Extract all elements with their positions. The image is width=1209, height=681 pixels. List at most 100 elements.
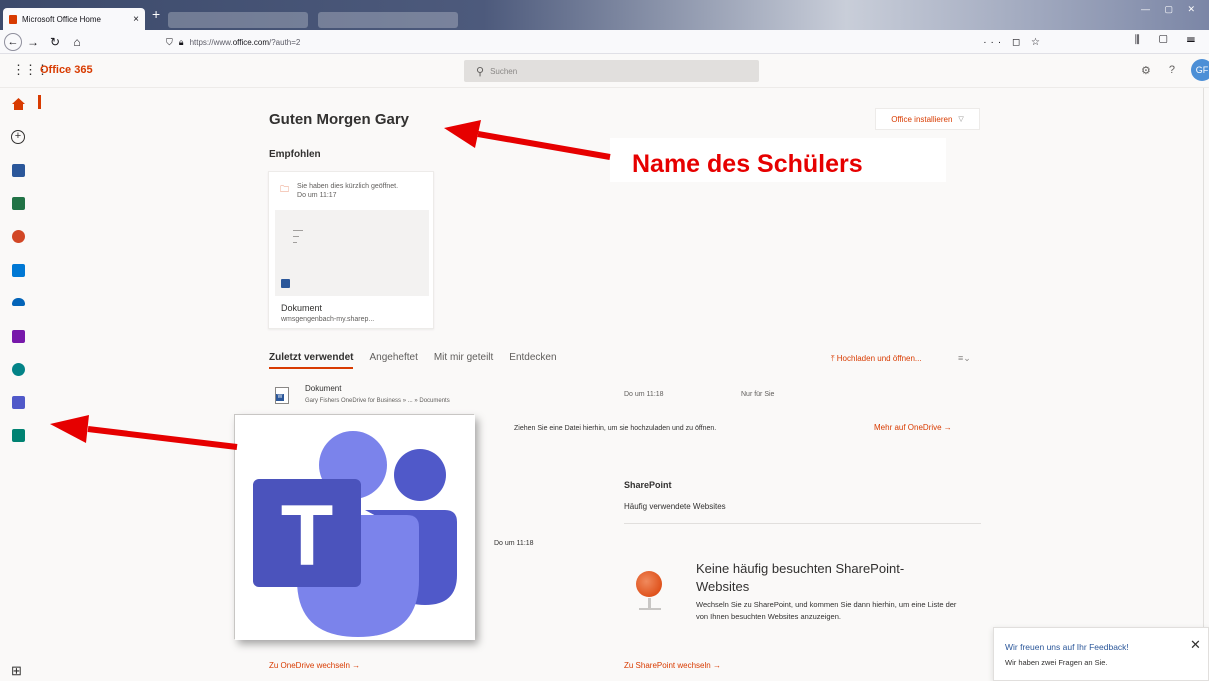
word-document-icon: W [275, 387, 289, 404]
shield-icon: ⛉ [166, 36, 173, 47]
teams-letter: T [281, 488, 334, 584]
globe-stand [648, 598, 651, 608]
screenshot-root: Microsoft Office Home × + — ▢ ✕ ← → ↻ ⌂ … [0, 0, 1209, 681]
close-icon[interactable]: ✕ [1190, 637, 1201, 653]
tab-shared-with-me[interactable]: Mit mir geteilt [434, 352, 493, 369]
office-brand[interactable]: Office 365 [40, 64, 93, 76]
onedrive-file-date: Do um 11:18 [494, 540, 534, 547]
teams-logo-overlay: T [234, 414, 475, 640]
word-icon[interactable] [12, 164, 25, 177]
annotation-arrows [50, 120, 611, 450]
more-onedrive-link[interactable]: Mehr auf OneDrive → [874, 423, 952, 432]
back-arrow-icon[interactable]: ← [4, 32, 22, 51]
feedback-title[interactable]: Wir freuen uns auf Ihr Feedback! [1005, 642, 1129, 652]
opened-text: Sie haben dies kürzlich geöffnet. [297, 183, 399, 190]
url-path: /?auth=2 [269, 37, 301, 47]
recent-file-path: Gary Fishers OneDrive for Business » ...… [305, 398, 450, 404]
browser-tab-active[interactable]: Microsoft Office Home × [3, 8, 145, 30]
divider [624, 523, 981, 524]
feedback-toast[interactable]: Wir freuen uns auf Ihr Feedback! Wir hab… [993, 627, 1209, 681]
word-icon [281, 279, 290, 288]
url-bar[interactable]: ⛉ 🔒︎ https://www. office.com/?auth=2 ··· … [166, 33, 1044, 51]
dropzone-text: Ziehen Sie eine Datei hierhin, um sie ho… [514, 425, 717, 432]
onenote-icon[interactable] [12, 330, 25, 343]
new-tab-button[interactable]: + [152, 6, 160, 22]
upload-open-button[interactable]: ⤒ Hochladen und öffnen... [831, 354, 922, 364]
tab-discover[interactable]: Entdecken [509, 352, 556, 369]
url-prefix: https://www. [189, 37, 233, 47]
powerpoint-icon[interactable] [12, 230, 25, 243]
annotation-label: Name des Schülers [632, 150, 863, 178]
tab-recent[interactable]: Zuletzt verwendet [269, 352, 354, 369]
search-icon: ⚲ [476, 65, 485, 78]
scrollbar[interactable] [1203, 88, 1204, 681]
recommended-card[interactable]: 🗀︎ Sie haben dies kürzlich geöffnet. Do … [268, 171, 434, 329]
sharepoint-heading: SharePoint [624, 480, 672, 490]
arrow-to-greeting-head [444, 120, 481, 148]
browser-tab-bar: Microsoft Office Home × + — ▢ ✕ [0, 0, 1209, 30]
browser-navigation-bar: ← → ↻ ⌂ ⛉ 🔒︎ https://www. office.com/?aut… [0, 30, 1209, 54]
reload-icon[interactable]: ↻ [44, 35, 66, 49]
home-icon[interactable]: ⌂ [66, 35, 88, 49]
file-tabs: Zuletzt verwendet Angeheftet Mit mir get… [269, 352, 573, 369]
lock-icon: 🔒︎ [178, 36, 184, 47]
go-to-onedrive-link[interactable]: Zu OneDrive wechseln → [269, 661, 360, 670]
recent-file-date: Do um 11:18 [624, 391, 664, 398]
browser-tab-title: Microsoft Office Home [22, 14, 101, 24]
upload-label: Hochladen und öffnen... [836, 354, 922, 363]
office-favicon-icon [9, 14, 17, 24]
avatar[interactable]: GF [1191, 59, 1209, 81]
window-controls[interactable]: — ▢ ✕ [1141, 4, 1201, 15]
tab-close-icon[interactable]: × [133, 14, 139, 25]
sharepoint-icon[interactable] [12, 363, 25, 376]
browser-tab-background[interactable] [168, 12, 308, 28]
card-document-location: wmsgengenbach-my.sharep... [281, 316, 375, 323]
url-host: office.com [232, 37, 269, 47]
all-apps-icon[interactable]: ⊞ [11, 663, 22, 679]
search-placeholder: Suchen [490, 66, 518, 76]
opened-time: Do um 11:17 [297, 192, 337, 199]
recent-file-name[interactable]: Dokument [305, 384, 341, 393]
annotation-label-box: Name des Schülers [610, 138, 946, 182]
go-to-sharepoint-link[interactable]: Zu SharePoint wechseln → [624, 661, 721, 670]
gear-icon[interactable]: ⚙ [1141, 64, 1151, 77]
toolbar-menu-icons[interactable]: ⫼ ▢ ☰ [1135, 34, 1203, 47]
chevron-down-icon: ▽ [958, 116, 964, 123]
recently-opened-info: 🗀︎ Sie haben dies kürzlich geöffnet. Do … [280, 182, 398, 200]
create-icon[interactable]: + [11, 130, 25, 144]
page-title: Guten Morgen Gary [269, 111, 410, 128]
teams-logo-icon: T [235, 415, 475, 640]
outlook-icon[interactable] [12, 264, 25, 277]
tab-pinned[interactable]: Angeheftet [369, 352, 417, 369]
document-thumbnail [275, 210, 429, 296]
sway-icon[interactable] [12, 429, 25, 442]
recommended-heading: Empfohlen [269, 149, 321, 160]
home-icon[interactable] [12, 98, 25, 110]
arrow-to-teams-head [50, 415, 89, 443]
search-box[interactable]: ⚲ Suchen [464, 60, 759, 82]
forward-arrow-icon[interactable]: → [22, 35, 44, 49]
globe-icon [636, 571, 662, 597]
card-document-name: Dokument [281, 303, 323, 313]
arrow-to-teams-shaft [87, 426, 238, 450]
teams-icon[interactable] [12, 396, 25, 409]
arrow-to-greeting-shaft [477, 131, 611, 160]
url-actions-icons[interactable]: ··· ◻ ☆ [983, 37, 1044, 48]
install-office-label: Office installieren [891, 114, 953, 124]
install-office-button[interactable]: Office installieren ▽ [875, 108, 980, 130]
folder-open-icon: 🗀︎ [280, 184, 290, 194]
sharepoint-empty-title: Keine häufig besuchten SharePoint-Websit… [696, 561, 905, 594]
sharepoint-subheading: Häufig verwendete Websites [624, 502, 726, 511]
active-indicator [38, 95, 41, 109]
recent-file-sharing: Nur für Sie [741, 391, 775, 398]
onedrive-icon[interactable] [12, 298, 25, 306]
list-view-icon[interactable]: ≡⌄ [958, 353, 971, 364]
help-icon[interactable]: ? [1169, 64, 1175, 76]
browser-tab-background[interactable] [318, 12, 458, 28]
upload-icon: ⤒ [831, 354, 835, 363]
excel-icon[interactable] [12, 197, 25, 210]
header-actions: ⚙ ? GF [1141, 59, 1209, 81]
sharepoint-empty-description: Wechseln Sie zu SharePoint, und kommen S… [696, 600, 957, 621]
feedback-subtitle: Wir haben zwei Fragen an Sie. [1005, 658, 1108, 667]
globe-base [639, 608, 661, 610]
